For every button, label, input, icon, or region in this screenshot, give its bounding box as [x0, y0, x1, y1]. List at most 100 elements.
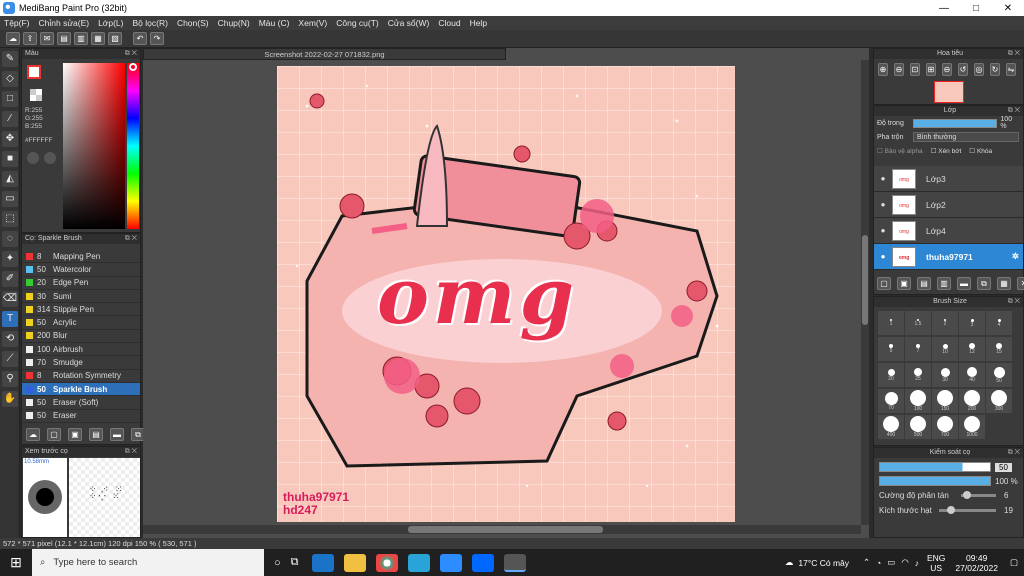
brush-size-option[interactable]: 20	[878, 363, 904, 387]
menu-window[interactable]: Cửa sổ(W)	[388, 18, 430, 28]
brush-size-option[interactable]: 25	[905, 363, 931, 387]
menu-edit[interactable]: Chỉnh sửa(E)	[39, 18, 90, 28]
navigator-thumbnail[interactable]	[934, 81, 964, 103]
menu-snap[interactable]: Chụp(N)	[218, 18, 250, 28]
dot-size-slider[interactable]	[939, 506, 996, 514]
brush-size-option[interactable]: 300	[986, 389, 1012, 413]
horizontal-scroll-thumb[interactable]	[408, 526, 603, 533]
brush-size-option[interactable]: 1.5	[905, 311, 931, 335]
brush-item[interactable]: 50 Sparkle Brush	[22, 382, 140, 397]
hand-tool-icon[interactable]: ✋	[2, 391, 18, 407]
background-color-swatch[interactable]	[30, 89, 42, 101]
brush-size-option[interactable]: 10	[932, 337, 958, 361]
wifi-icon[interactable]: ◠	[901, 557, 908, 568]
brush-size-option[interactable]: 15	[986, 337, 1012, 361]
file-explorer-icon[interactable]	[343, 553, 366, 572]
brush-item[interactable]: 30 Sumi	[22, 290, 140, 304]
clock[interactable]: 09:49 27/02/2022	[955, 553, 998, 573]
rotate-left-icon[interactable]: ↺	[958, 63, 968, 76]
edge-icon[interactable]	[407, 553, 430, 572]
menu-view[interactable]: Xem(V)	[298, 18, 327, 28]
brush-size-option[interactable]: 5	[878, 337, 904, 361]
brush-size-option[interactable]: 1	[878, 311, 904, 335]
brush-item[interactable]: 314 Stipple Pen	[22, 303, 140, 317]
cloud-icon[interactable]: ☁	[6, 32, 20, 45]
brush-item[interactable]: 100 Airbrush	[22, 343, 140, 357]
dot-tool-icon[interactable]: ∕	[2, 111, 18, 127]
layer-folder-icon[interactable]: ▬	[957, 277, 971, 290]
document-tab[interactable]: Screenshot 2022-02-27 071832.png	[143, 48, 506, 60]
fill-rect-icon[interactable]: ■	[2, 151, 18, 167]
panel-close-icon[interactable]: ⧉ ✕	[1008, 448, 1020, 458]
brush-add-icon[interactable]: ▢	[47, 428, 61, 441]
eraser-tool-icon[interactable]: ◇	[2, 71, 18, 87]
brush-size-option[interactable]: 7	[905, 337, 931, 361]
brush-cloud-icon[interactable]: ☁	[26, 428, 40, 441]
notification-icon[interactable]: ▢	[1010, 557, 1018, 568]
move-tool-icon[interactable]: ✥	[2, 131, 18, 147]
windows-start-icon[interactable]: ⊞	[0, 554, 32, 571]
layer-menu-icon[interactable]: ▥	[937, 277, 951, 290]
mail-icon[interactable]	[311, 553, 334, 572]
menu-select[interactable]: Chọn(S)	[177, 18, 209, 28]
brush-size-option[interactable]: 70	[878, 389, 904, 413]
magic-wand-icon[interactable]: ✦	[2, 251, 18, 267]
duplicate-layer-icon[interactable]: ⧉	[977, 277, 991, 290]
panel-close-icon[interactable]: ⧉ ✕	[125, 234, 137, 244]
zoom-icon[interactable]	[439, 553, 462, 572]
brush-size-option[interactable]: 2	[932, 311, 958, 335]
brush-size-option[interactable]: 200	[959, 389, 985, 413]
upload-icon[interactable]: ⇪	[23, 32, 37, 45]
layer-row[interactable]: ● omg Lớp2	[874, 192, 1023, 218]
menu-color[interactable]: Màu (C)	[259, 18, 290, 28]
page-icon[interactable]: ▤	[57, 32, 71, 45]
zoom-minus-icon[interactable]: ⊖	[942, 63, 952, 76]
brush-size-option[interactable]: 100	[905, 389, 931, 413]
menu-cloud[interactable]: Cloud	[438, 18, 460, 28]
select-eraser-icon[interactable]: ⌫	[2, 291, 18, 307]
brush-size-option[interactable]: 150	[932, 389, 958, 413]
hue-handle[interactable]	[129, 63, 137, 71]
palette-icon[interactable]	[27, 152, 39, 164]
fit-icon[interactable]: ⊡	[910, 63, 920, 76]
actual-size-icon[interactable]: ⊞	[926, 63, 936, 76]
brush-item[interactable]: 50 Eraser (Soft)	[22, 396, 140, 410]
foreground-color-swatch[interactable]	[27, 65, 41, 79]
grid-icon[interactable]: ▦	[91, 32, 105, 45]
color-wheel-icon[interactable]	[44, 152, 56, 164]
menu-file[interactable]: Tệp(F)	[4, 18, 30, 28]
redo-icon[interactable]: ↷	[150, 32, 164, 45]
tray-arrow-icon[interactable]: ⌃	[863, 557, 870, 568]
menu-layer[interactable]: Lớp(L)	[98, 18, 123, 28]
panel-close-icon[interactable]: ⧉ ✕	[125, 447, 137, 457]
lock-checkbox[interactable]: ☐ Khóa	[969, 147, 992, 155]
brush-item[interactable]: 20 Edge Pen	[22, 277, 140, 290]
minimize-button[interactable]: —	[928, 3, 960, 14]
volume-icon[interactable]: ♪	[915, 558, 919, 568]
medibang-taskbar-icon[interactable]	[503, 553, 526, 572]
taskbar-search[interactable]: ⌕ Type here to search	[32, 549, 264, 576]
panel-close-icon[interactable]: ⧉ ✕	[125, 49, 137, 59]
canvas-horizontal-scrollbar[interactable]	[143, 525, 861, 534]
divide-tool-icon[interactable]: ⟋	[2, 351, 18, 367]
battery-icon[interactable]: ▭	[887, 557, 895, 568]
vertical-scroll-thumb[interactable]	[862, 235, 868, 325]
panel-close-icon[interactable]: ⧉ ✕	[1008, 297, 1020, 307]
comment-icon[interactable]: ✉	[40, 32, 54, 45]
visibility-icon[interactable]: ●	[874, 226, 892, 235]
brush-size-option[interactable]: 400	[878, 415, 904, 439]
brush-item[interactable]: 200 Blur	[22, 330, 140, 344]
brush-item[interactable]: 8 Mapping Pen	[22, 250, 140, 264]
eyedropper-icon[interactable]: ⚲	[2, 371, 18, 387]
layer-settings-icon[interactable]: ✲	[1012, 251, 1019, 262]
brush-menu-icon[interactable]: ▣	[68, 428, 82, 441]
brush-size-option[interactable]: 1000	[959, 415, 985, 439]
brush-tool-icon[interactable]: ✎	[2, 51, 18, 67]
layer-row[interactable]: ● omg Lớp4	[874, 218, 1023, 244]
maximize-button[interactable]: □	[960, 3, 992, 14]
rotate-right-icon[interactable]: ↻	[990, 63, 1000, 76]
brush-size-option[interactable]: 500	[905, 415, 931, 439]
lasso-tool-icon[interactable]: ◌	[2, 231, 18, 247]
merge-layer-icon[interactable]: ▦	[997, 277, 1011, 290]
brush-opacity-slider[interactable]	[879, 476, 991, 486]
